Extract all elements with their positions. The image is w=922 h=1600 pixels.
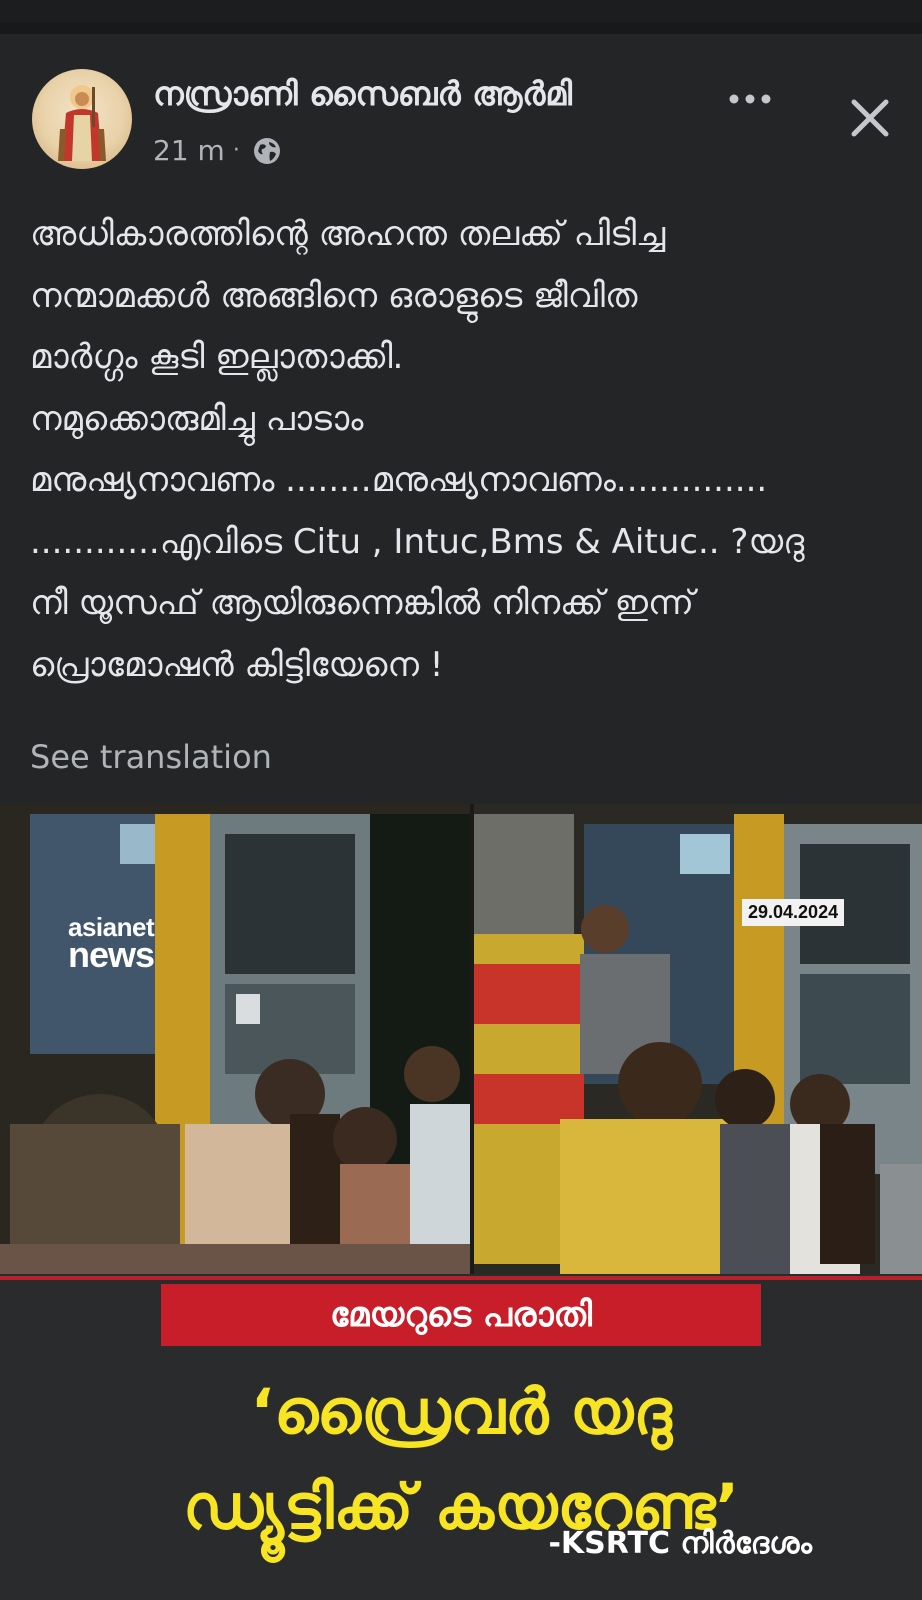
status-bar	[0, 0, 922, 22]
globe-icon	[253, 137, 280, 164]
author-name[interactable]: നസ്രാണി സൈബർ ആർമി	[153, 74, 572, 114]
post-text-line: നമുക്കൊരുമിച്ചു പാടാം	[30, 398, 364, 439]
headline-line1: ‘ഡ്രൈവർ യദു	[250, 1375, 672, 1448]
post-image[interactable]: asianet news 29.04.2024 മേയറുടെ പരാതി ‘ഡ…	[0, 804, 922, 1600]
post-time[interactable]: 21 m	[153, 134, 225, 167]
ellipsis-icon	[729, 94, 771, 104]
meta-separator: ·	[232, 138, 240, 163]
avatar[interactable]	[32, 69, 132, 169]
saint-image	[58, 85, 106, 161]
divider	[0, 22, 922, 34]
post-text-line: ............എവിടെ Citu , Intuc,Bms & Ait…	[30, 521, 805, 562]
attribution: -KSRTC നിർദേശം	[548, 1526, 812, 1561]
post-text-line: മാർഗ്ഗം കൂടി ഇല്ലാതാക്കി.	[30, 337, 404, 377]
post-text-line: നന്മാമക്കൾ അങ്ങിനെ ഒരാളുടെ ജീവിത	[30, 275, 638, 316]
post-text-line: നീ യൂസഫ് ആയിരുന്നെങ്കിൽ നിനക്ക് ഇന്ന്	[30, 583, 694, 623]
post-meta: 21 m ·	[153, 134, 282, 167]
post-text-line: മനുഷ്യനാവണം ........മനുഷ്യനാവണം.........…	[30, 460, 768, 500]
post-card: നസ്രാണി സൈബർ ആർമി 21 m · അധികാരത്തിന്റെ …	[0, 34, 922, 1600]
red-caption-bar: മേയറുടെ പരാതി	[161, 1284, 761, 1346]
more-options-button[interactable]	[725, 84, 775, 114]
close-icon	[851, 99, 889, 137]
post-text-line: പ്രൊമോഷൻ കിട്ടിയേനെ !	[30, 644, 444, 685]
date-stamp: 29.04.2024	[742, 899, 845, 926]
see-translation-link[interactable]: See translation	[30, 738, 272, 776]
post-text-line: അധികാരത്തിന്റെ അഹന്ത തലക്ക് പിടിച്ച	[30, 214, 666, 254]
channel-logo-line2: news	[68, 934, 155, 976]
post-body: അധികാരത്തിന്റെ അഹന്ത തലക്ക് പിടിച്ച നന്മ…	[30, 204, 900, 696]
red-bar-text: മേയറുടെ പരാതി	[329, 1295, 592, 1335]
close-button[interactable]	[848, 96, 892, 140]
channel-logo: asianet news	[68, 914, 155, 976]
